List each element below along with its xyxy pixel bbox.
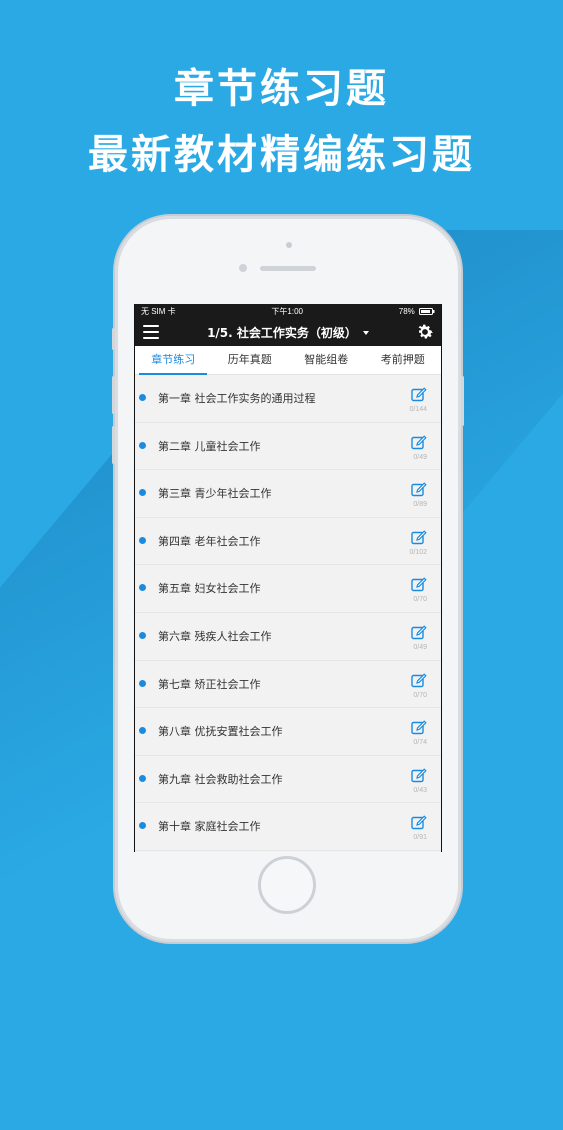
list-item[interactable]: 第九章 社会救助社会工作 0/43 [135, 756, 441, 804]
dropdown-caret-icon [362, 331, 369, 335]
chapter-title: 第九章 社会救助社会工作 [158, 772, 283, 786]
list-item[interactable]: 第二章 儿童社会工作 0/49 [135, 423, 441, 471]
list-item[interactable]: 第七章 矫正社会工作 0/70 [135, 661, 441, 709]
time-text: 下午1:00 [271, 306, 303, 316]
chapter-title: 第七章 矫正社会工作 [158, 677, 261, 691]
bullet-dot-icon [139, 679, 146, 687]
tab-predicted-questions[interactable]: 考前押题 [365, 346, 442, 374]
tab-chapter-practice[interactable]: 章节练习 [135, 346, 212, 374]
list-item[interactable]: 第六章 残疾人社会工作 0/49 [135, 613, 441, 661]
headline-title: 章节练习题 [174, 66, 389, 112]
question-count: 0/43 [413, 786, 427, 794]
bullet-dot-icon [139, 774, 146, 782]
carrier-text: 无 SIM 卡 [141, 306, 176, 316]
app-screen: 无 SIM 卡 下午1:00 78% 1/5. 社会工作实务（初级） 章节练习 … [134, 304, 442, 852]
chapter-title: 第十章 家庭社会工作 [158, 820, 261, 834]
battery-icon [419, 307, 435, 315]
edit-icon[interactable] [411, 577, 427, 593]
bullet-dot-icon [139, 536, 146, 544]
mute-switch [112, 328, 115, 350]
tab-bar: 章节练习 历年真题 智能组卷 考前押题 [135, 346, 441, 375]
edit-icon[interactable] [411, 720, 427, 736]
chapter-title: 第三章 青少年社会工作 [158, 487, 272, 501]
headline-subtitle: 最新教材精编练习题 [88, 132, 475, 178]
chapter-title: 第一章 社会工作实务的通用过程 [158, 392, 316, 405]
bullet-dot-icon [139, 584, 146, 592]
subject-title: 1/5. 社会工作实务（初级） [207, 325, 357, 340]
chapter-title: 第五章 妇女社会工作 [158, 582, 261, 596]
list-item[interactable]: 第五章 妇女社会工作 0/70 [135, 565, 441, 613]
edit-icon[interactable] [411, 625, 427, 641]
edit-icon[interactable] [411, 815, 427, 831]
list-item[interactable]: 第四章 老年社会工作 0/102 [135, 518, 441, 566]
edit-icon[interactable] [411, 530, 427, 546]
earpiece-speaker [260, 266, 316, 271]
question-count: 0/74 [413, 739, 427, 747]
question-count: 0/102 [409, 548, 427, 556]
chapter-title: 第四章 老年社会工作 [158, 534, 261, 548]
list-item[interactable]: 第十章 家庭社会工作 0/91 [135, 803, 441, 851]
battery-text: 78% [399, 307, 435, 316]
edit-icon[interactable] [411, 482, 427, 498]
question-count: 0/70 [413, 596, 427, 604]
navigation-bar: 1/5. 社会工作实务（初级） [135, 318, 441, 346]
question-count: 0/91 [413, 834, 427, 842]
question-count: 0/89 [413, 501, 427, 509]
bullet-dot-icon [139, 489, 146, 497]
list-item[interactable]: 第三章 青少年社会工作 0/89 [135, 470, 441, 518]
tab-past-exams[interactable]: 历年真题 [212, 346, 289, 374]
chapter-title: 第八章 优抚安置社会工作 [158, 725, 283, 739]
question-count: 0/49 [413, 643, 427, 651]
subject-selector[interactable]: 1/5. 社会工作实务（初级） [135, 324, 441, 341]
bullet-dot-icon [139, 822, 146, 830]
question-count: 0/49 [413, 453, 427, 461]
phone-frame: 无 SIM 卡 下午1:00 78% 1/5. 社会工作实务（初级） 章节练习 … [112, 216, 464, 942]
bullet-dot-icon [139, 441, 146, 449]
edit-icon[interactable] [411, 768, 427, 784]
gear-icon[interactable] [415, 322, 435, 342]
status-bar: 无 SIM 卡 下午1:00 78% [135, 304, 441, 318]
question-count: 0/70 [413, 691, 427, 699]
chapter-title: 第二章 儿童社会工作 [158, 439, 261, 453]
edit-icon[interactable] [411, 387, 427, 403]
bullet-dot-icon [139, 727, 146, 735]
list-item[interactable]: 第一章 社会工作实务的通用过程 0/144 [135, 375, 441, 423]
list-item[interactable]: 第八章 优抚安置社会工作 0/74 [135, 708, 441, 756]
edit-icon[interactable] [411, 672, 427, 689]
bullet-dot-icon [139, 631, 146, 639]
volume-up-button [112, 376, 115, 414]
bullet-dot-icon [139, 394, 146, 401]
tab-smart-paper[interactable]: 智能组卷 [288, 346, 365, 374]
sensor-dot [286, 242, 292, 248]
front-camera [239, 264, 247, 272]
power-button [461, 376, 464, 426]
question-count: 0/144 [409, 406, 427, 413]
chapter-list: 第一章 社会工作实务的通用过程 0/144 第二章 儿童社会工作 0/49 第三章 青少… [135, 375, 441, 851]
chapter-title: 第六章 残疾人社会工作 [158, 629, 272, 643]
home-button[interactable] [258, 856, 316, 914]
volume-down-button [112, 426, 115, 464]
edit-icon[interactable] [411, 434, 427, 451]
